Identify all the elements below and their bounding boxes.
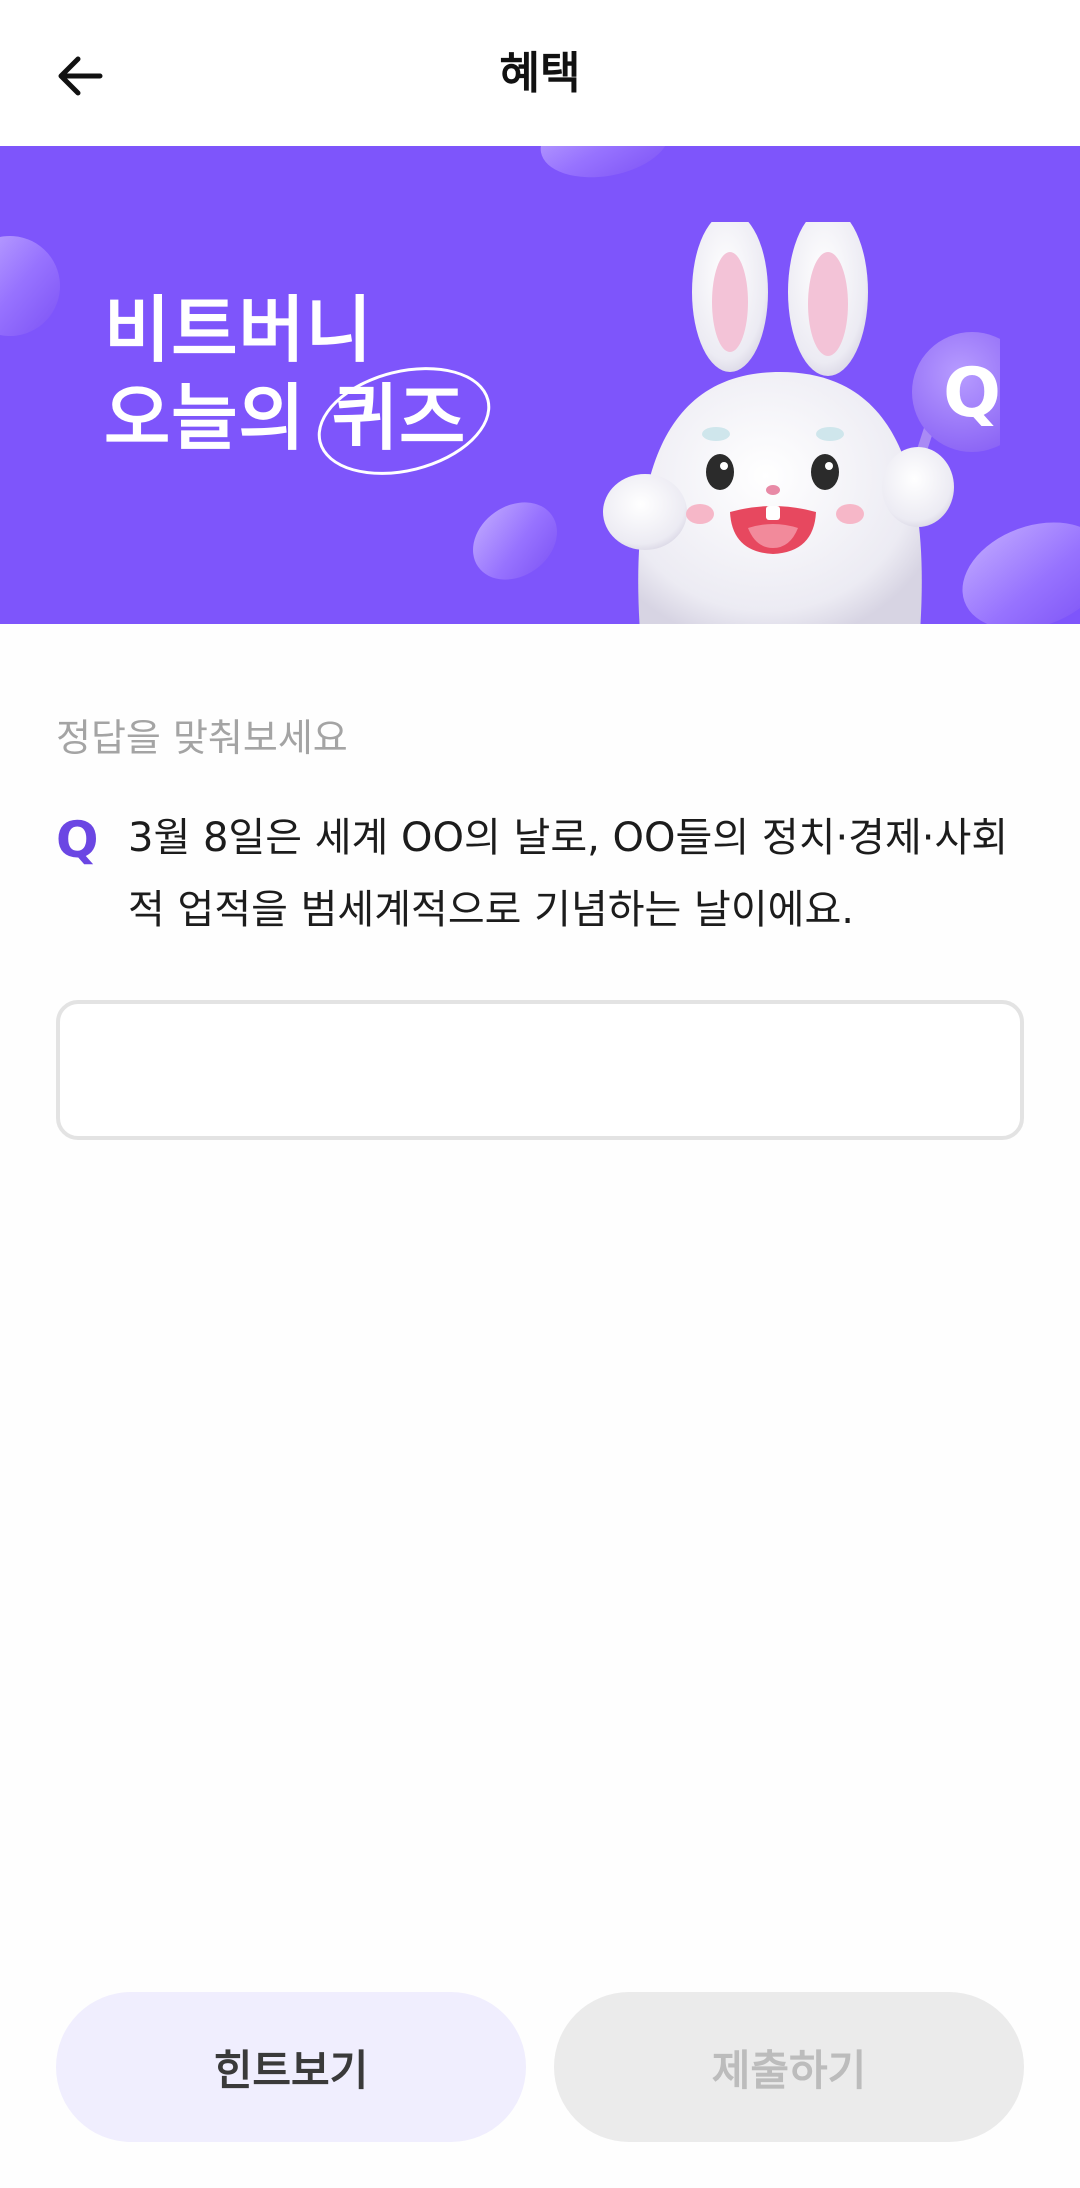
submit-button[interactable]: 제출하기 — [554, 1992, 1024, 2142]
top-app-bar: 혜택 — [0, 0, 1080, 146]
banner-title-highlight: 퀴즈 — [306, 350, 502, 492]
banner-title: 비트버니 오늘의 퀴즈 — [104, 286, 502, 492]
coin-decoration — [0, 217, 79, 355]
hint-button[interactable]: 힌트보기 — [56, 1992, 526, 2142]
quiz-prompt: 정답을 맞춰보세요 — [56, 716, 348, 760]
coin-decoration — [458, 486, 572, 596]
quiz-screen: 혜택 비트버니 오늘의 퀴즈 Q 정답을 맞춰보세요 Q 3월 8일은 세계 O… — [0, 0, 1080, 2188]
question-marker: Q — [56, 811, 99, 869]
page-title: 혜택 — [499, 48, 581, 99]
quiz-banner: 비트버니 오늘의 퀴즈 Q — [0, 146, 1080, 624]
bunny-mascot-icon: Q — [603, 222, 1000, 624]
coin-decoration — [534, 146, 676, 187]
answer-input[interactable] — [56, 1000, 1024, 1140]
banner-title-line2: 오늘의 퀴즈 — [104, 350, 502, 492]
banner-title-line1: 비트버니 — [104, 288, 373, 372]
svg-text:Q: Q — [943, 354, 1000, 433]
question-text: 3월 8일은 세계 OO의 날로, OO들의 정치·경제·사회적 업적을 범세계… — [128, 815, 1009, 933]
banner-title-prefix: 오늘의 — [104, 376, 306, 460]
